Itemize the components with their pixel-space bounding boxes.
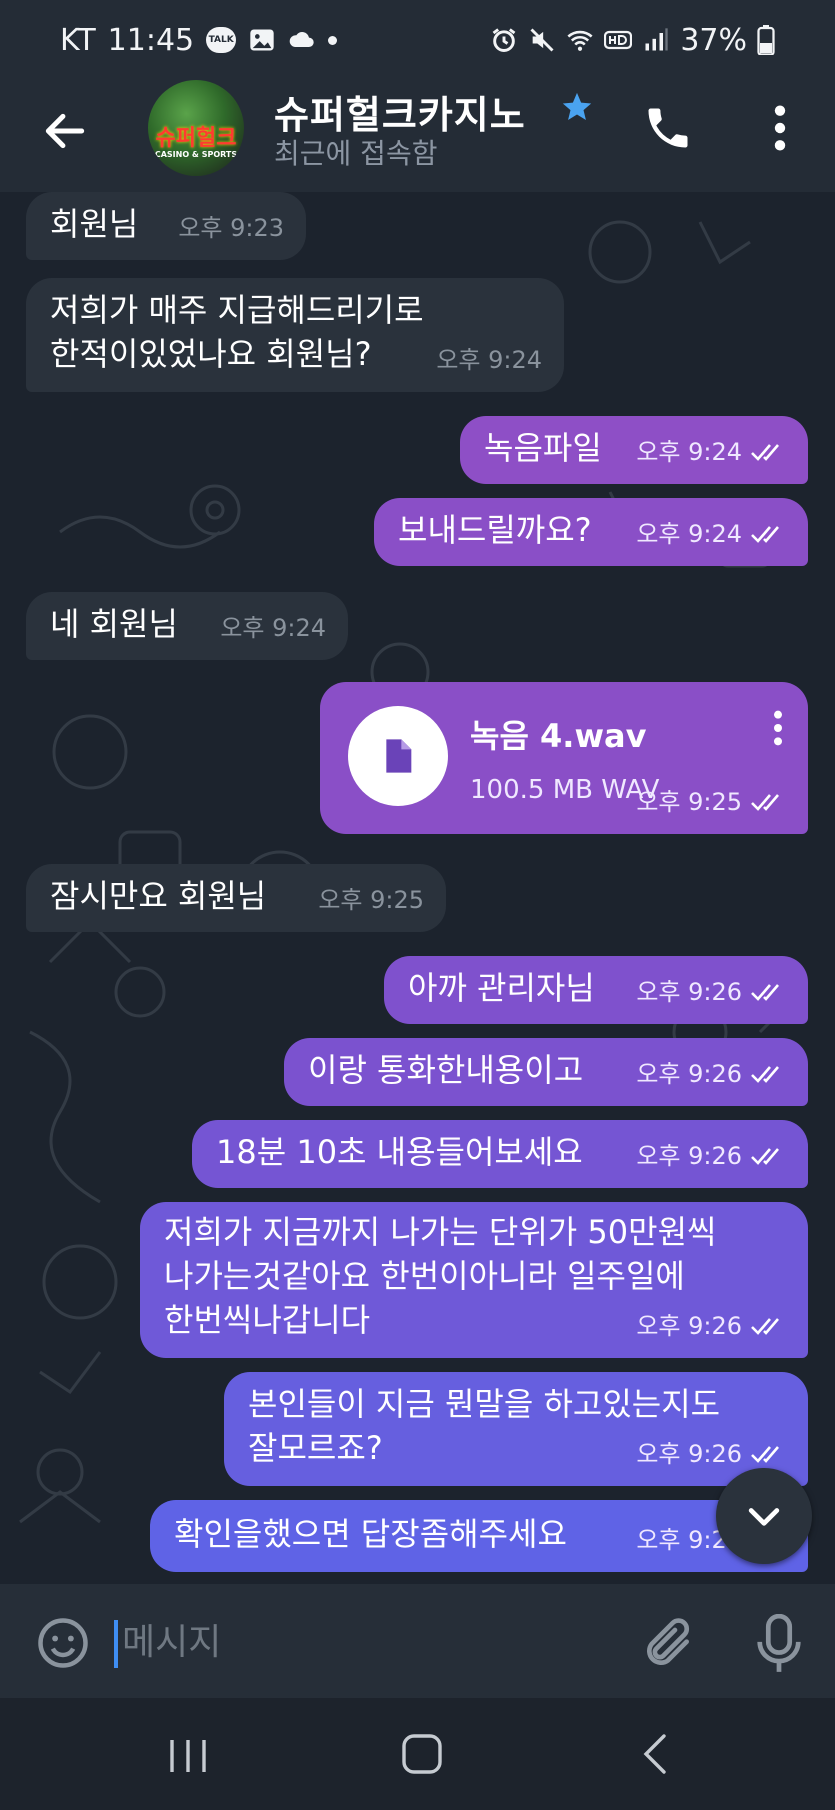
double-check-icon bbox=[751, 1066, 779, 1083]
battery-percent: 37% bbox=[680, 22, 747, 58]
mic-icon[interactable] bbox=[754, 1614, 804, 1674]
avatar-logo-text: 슈퍼헐크 bbox=[155, 126, 237, 151]
system-navigation-bar bbox=[0, 1698, 835, 1810]
chat-status: 최근에 접속함 bbox=[274, 137, 438, 170]
message-time: 오후 9:25 bbox=[318, 886, 424, 914]
emoji-icon[interactable] bbox=[36, 1616, 90, 1670]
message-time: 오후 9:24 bbox=[636, 520, 742, 548]
message-time: 오후 9:25 bbox=[636, 788, 742, 816]
hd-voice-icon bbox=[604, 30, 633, 50]
message-meta: 오후 9:24 bbox=[220, 606, 326, 650]
message-outgoing[interactable]: 아까 관리자님 오후 9:26 bbox=[384, 956, 808, 1024]
status-right: 37% bbox=[490, 23, 775, 58]
message-incoming[interactable]: 네 회원님 오후 9:24 bbox=[26, 592, 348, 660]
carrier-label: KT bbox=[60, 22, 96, 58]
message-time: 오후 9:24 bbox=[636, 438, 742, 466]
message-meta: 오후 9:25 bbox=[318, 878, 424, 922]
file-icon bbox=[386, 739, 412, 773]
message-outgoing[interactable]: 확인을했으면 답장좀해주세요 오후 9:26 bbox=[150, 1500, 808, 1572]
message-time: 오후 9:24 bbox=[220, 614, 326, 642]
wifi-icon bbox=[567, 30, 593, 51]
message-meta: 오후 9:26 bbox=[636, 1304, 786, 1348]
cloud-notification-icon bbox=[289, 32, 314, 47]
text-caret bbox=[114, 1620, 118, 1668]
recent-apps-icon[interactable] bbox=[166, 1736, 210, 1776]
scroll-to-bottom-button[interactable] bbox=[716, 1468, 812, 1564]
message-meta: 오후 9:25 bbox=[636, 780, 786, 824]
avatar[interactable]: 슈퍼헐크 CASINO & SPORTS bbox=[148, 80, 244, 176]
more-vert-icon[interactable] bbox=[762, 102, 798, 154]
message-time: 오후 9:26 bbox=[636, 1440, 742, 1468]
message-outgoing[interactable]: 이랑 통화한내용이고 오후 9:26 bbox=[284, 1038, 808, 1106]
message-incoming[interactable]: 잠시만요 회원님 오후 9:25 bbox=[26, 864, 446, 932]
status-bar: KT 11:45 TALK 37% bbox=[0, 0, 835, 80]
star-icon bbox=[562, 92, 592, 121]
chat-header: 슈퍼헐크 CASINO & SPORTS 슈퍼헐크카지노 최근에 접속함 bbox=[0, 80, 835, 192]
message-meta: 오후 9:26 bbox=[636, 970, 786, 1014]
message-time: 오후 9:26 bbox=[636, 978, 742, 1006]
mute-icon bbox=[530, 28, 554, 52]
message-outgoing[interactable]: 녹음파일 오후 9:24 bbox=[460, 416, 808, 484]
message-meta: 오후 9:23 bbox=[178, 206, 284, 250]
message-meta: 오후 9:26 bbox=[636, 1052, 786, 1096]
message-meta: 오후 9:24 bbox=[636, 430, 786, 474]
file-size: 100.5 MB WAV bbox=[470, 775, 660, 805]
battery-icon bbox=[757, 25, 775, 55]
gallery-notification-icon bbox=[250, 29, 274, 51]
more-notifications-dot-icon bbox=[328, 35, 338, 45]
message-outgoing[interactable]: 18분 10초 내용들어보세요 오후 9:26 bbox=[192, 1120, 808, 1188]
message-time: 오후 9:26 bbox=[636, 1060, 742, 1088]
double-check-icon bbox=[751, 526, 779, 543]
message-time: 오후 9:26 bbox=[636, 1142, 742, 1170]
double-check-icon bbox=[751, 1318, 779, 1335]
message-incoming[interactable]: 저희가 매주 지급해드리기로 한적이있었나요 회원님? 오후 9:24 bbox=[26, 278, 564, 392]
message-list[interactable]: 회원님 오후 9:23 저희가 매주 지급해드리기로 한적이있었나요 회원님? … bbox=[0, 192, 835, 1584]
file-more-icon[interactable] bbox=[770, 708, 786, 748]
file-download-button[interactable] bbox=[348, 706, 448, 806]
signal-icon bbox=[645, 28, 668, 51]
message-meta: 오후 9:24 bbox=[636, 512, 786, 556]
double-check-icon bbox=[751, 794, 779, 811]
chevron-down-icon bbox=[748, 1508, 780, 1526]
avatar-logo-subtext: CASINO & SPORTS bbox=[154, 150, 238, 159]
double-check-icon bbox=[751, 1446, 779, 1463]
back-arrow-icon[interactable] bbox=[40, 106, 90, 156]
chat-title[interactable]: 슈퍼헐크카지노 bbox=[274, 84, 526, 139]
message-meta: 오후 9:24 bbox=[436, 338, 542, 382]
home-icon[interactable] bbox=[400, 1732, 444, 1776]
double-check-icon bbox=[751, 1148, 779, 1165]
message-meta: 오후 9:26 bbox=[636, 1134, 786, 1178]
talk-notification-icon: TALK bbox=[206, 27, 237, 53]
file-message-outgoing[interactable]: 녹음 4.wav 100.5 MB WAV 오후 9:25 bbox=[320, 682, 808, 834]
message-time: 오후 9:24 bbox=[436, 346, 542, 374]
nav-back-icon[interactable] bbox=[640, 1732, 670, 1776]
attach-icon[interactable] bbox=[640, 1616, 696, 1672]
double-check-icon bbox=[751, 984, 779, 1001]
message-incoming[interactable]: 회원님 오후 9:23 bbox=[26, 192, 306, 260]
message-outgoing[interactable]: 보내드릴까요? 오후 9:24 bbox=[374, 498, 808, 566]
message-outgoing[interactable]: 본인들이 지금 뭔말을 하고있는지도 잘모르죠? 오후 9:26 bbox=[224, 1372, 808, 1486]
message-time: 오후 9:26 bbox=[636, 1312, 742, 1340]
title-fade bbox=[520, 82, 560, 132]
file-name: 녹음 4.wav bbox=[470, 717, 647, 755]
message-composer bbox=[0, 1584, 835, 1698]
clock-time: 11:45 bbox=[107, 22, 195, 58]
double-check-icon bbox=[751, 444, 779, 461]
status-left: KT 11:45 TALK bbox=[60, 22, 338, 58]
phone-icon[interactable] bbox=[642, 102, 694, 154]
message-time: 오후 9:23 bbox=[178, 214, 284, 242]
message-outgoing[interactable]: 저희가 지금까지 나가는 단위가 50만원씩 나가는것같아요 한번이아니라 일주… bbox=[140, 1202, 808, 1358]
message-input[interactable] bbox=[122, 1614, 522, 1670]
alarm-icon bbox=[492, 28, 516, 52]
